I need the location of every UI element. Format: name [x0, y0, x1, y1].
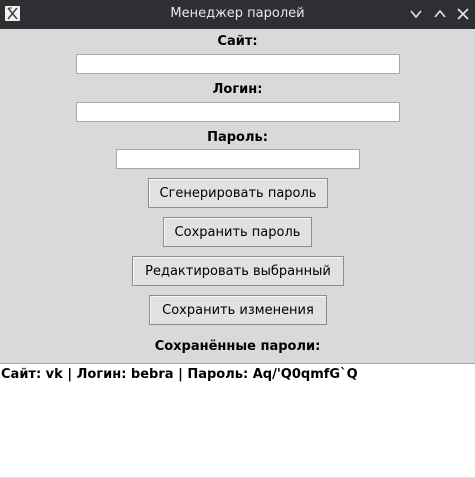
site-label: Сайт:	[217, 34, 258, 49]
close-icon[interactable]	[456, 8, 470, 20]
edit-selected-button[interactable]: Редактировать выбранный	[132, 256, 344, 286]
chevron-up-icon[interactable]	[433, 8, 447, 20]
window-title: Менеджер паролей	[170, 6, 305, 21]
chevron-down-icon[interactable]	[409, 8, 423, 20]
save-password-button[interactable]: Сохранить пароль	[163, 217, 312, 247]
password-label: Пароль:	[207, 130, 268, 145]
list-item[interactable]: Сайт: vk | Логин: bebra | Пароль: Aq/'Q0…	[0, 364, 475, 382]
password-input[interactable]	[116, 149, 360, 169]
title-bar: Менеджер паролей	[0, 0, 475, 29]
saved-passwords-heading: Сохранённые пароли:	[154, 339, 321, 354]
save-changes-button[interactable]: Сохранить изменения	[149, 295, 327, 325]
login-input[interactable]	[76, 102, 400, 122]
site-input[interactable]	[76, 54, 400, 74]
login-label: Логин:	[212, 82, 263, 97]
saved-passwords-list[interactable]: Сайт: vk | Логин: bebra | Пароль: Aq/'Q0…	[0, 363, 475, 478]
generate-password-button[interactable]: Сгенерировать пароль	[148, 178, 328, 208]
